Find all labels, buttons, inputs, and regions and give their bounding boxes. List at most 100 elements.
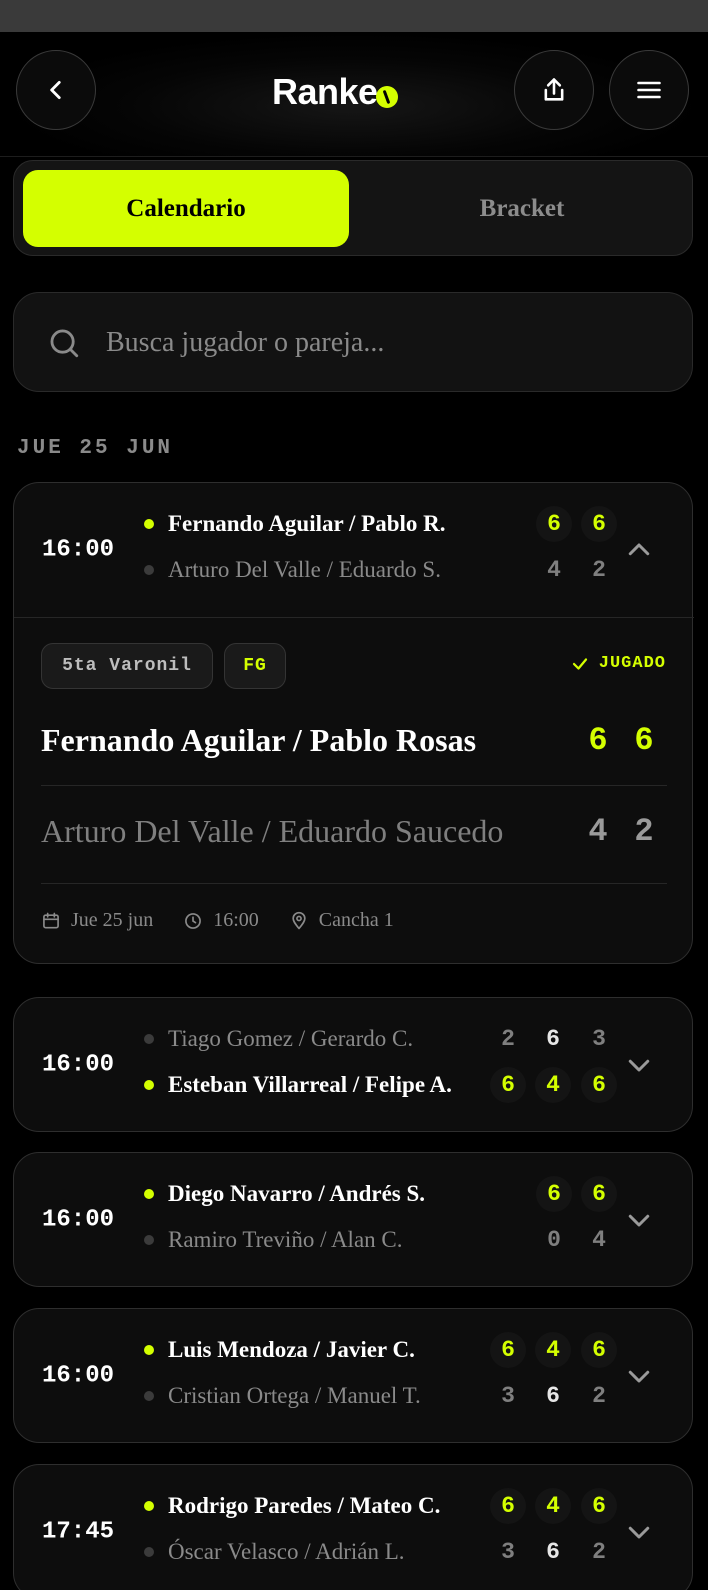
- app-header: Ranke: [0, 32, 708, 157]
- chevron-down-icon[interactable]: [624, 1361, 654, 1391]
- winner-dot: [144, 1345, 154, 1355]
- team-name: Ramiro Treviño / Alan C.: [168, 1227, 403, 1252]
- app-logo: Ranke: [272, 70, 398, 114]
- set-score: 6: [546, 1539, 560, 1565]
- team-row: Fernando Aguilar / Pablo R.: [144, 506, 446, 542]
- status-bar: [0, 0, 708, 32]
- team-name: Rodrigo Paredes / Mateo C.: [168, 1493, 441, 1518]
- chevron-down-icon[interactable]: [624, 1050, 654, 1080]
- team-name: Óscar Velasco / Adrián L.: [168, 1539, 405, 1564]
- location-pin-icon: [292, 911, 306, 929]
- set-score: 6: [490, 1067, 526, 1103]
- team-name: Cristian Ortega / Manuel T.: [168, 1383, 421, 1408]
- divider: [41, 883, 667, 884]
- set-score: 4: [547, 557, 561, 583]
- team-name: Luis Mendoza / Javier C.: [168, 1337, 415, 1362]
- set-score: 4: [592, 1227, 606, 1253]
- day-heading: JUE 25 JUN: [17, 437, 174, 460]
- team-row: Arturo Del Valle / Eduardo S.: [144, 552, 441, 588]
- phase-tag: FG: [224, 643, 286, 689]
- meta-court-text: Cancha 1: [318, 909, 394, 931]
- match-card[interactable]: 16:00 Luis Mendoza / Javier C. 6 4 6 Cri…: [13, 1308, 693, 1443]
- set-score: 6: [581, 506, 617, 542]
- match-summary[interactable]: 16:00 Fernando Aguilar / Pablo R. 6 6 Ar…: [14, 483, 694, 617]
- match-time: 16:00: [42, 1206, 115, 1234]
- team-full-name: Fernando Aguilar / Pablo Rosas: [41, 721, 477, 758]
- ball-icon: [375, 86, 398, 108]
- set-score: 4: [588, 812, 608, 850]
- chevron-up-icon[interactable]: [624, 535, 654, 565]
- back-button[interactable]: [16, 50, 96, 130]
- match-summary[interactable]: 16:00 Diego Navarro / Andrés S. 6 6 Rami…: [14, 1153, 694, 1287]
- chevron-left-icon: [50, 81, 61, 99]
- set-score: 6: [490, 1332, 526, 1368]
- chevron-down-icon[interactable]: [624, 1205, 654, 1235]
- match-card[interactable]: 16:00 Tiago Gomez / Gerardo C. 2 6 3 Est…: [13, 997, 693, 1132]
- set-score: 6: [536, 506, 572, 542]
- loser-dot: [144, 1034, 154, 1044]
- team-full-name: Arturo Del Valle / Eduardo Saucedo: [41, 812, 504, 849]
- match-summary[interactable]: 16:00 Luis Mendoza / Javier C. 6 4 6 Cri…: [14, 1309, 694, 1443]
- match-time: 16:00: [42, 536, 115, 564]
- match-time: 16:00: [42, 1362, 115, 1390]
- team-row: Ramiro Treviño / Alan C.: [144, 1222, 403, 1258]
- team-name: Fernando Aguilar / Pablo R.: [168, 511, 446, 536]
- set-score: 4: [535, 1488, 571, 1524]
- match-summary[interactable]: 16:00 Tiago Gomez / Gerardo C. 2 6 3 Est…: [14, 998, 694, 1132]
- tab-bracket[interactable]: Bracket: [359, 170, 685, 247]
- team-name: Esteban Villarreal / Felipe A.: [168, 1072, 452, 1097]
- team-row: Óscar Velasco / Adrián L.: [144, 1534, 405, 1570]
- meta-time: 16:00: [183, 909, 259, 932]
- hamburger-icon: [637, 81, 661, 99]
- team-row: Diego Navarro / Andrés S.: [144, 1176, 425, 1212]
- set-score: 2: [592, 1539, 606, 1565]
- match-time: 16:00: [42, 1051, 115, 1079]
- match-card: 16:00 Fernando Aguilar / Pablo R. 6 6 Ar…: [13, 482, 694, 964]
- set-score: 3: [592, 1026, 606, 1052]
- loser-dot: [144, 1235, 154, 1245]
- set-score: 2: [592, 557, 606, 583]
- divider: [41, 785, 667, 786]
- team-row: Esteban Villarreal / Felipe A.: [144, 1067, 452, 1103]
- set-score: 6: [581, 1332, 617, 1368]
- check-icon: [572, 657, 587, 670]
- set-score: 3: [501, 1383, 515, 1409]
- tab-calendario[interactable]: Calendario: [23, 170, 349, 247]
- match-card[interactable]: 16:00 Diego Navarro / Andrés S. 6 6 Rami…: [13, 1152, 693, 1287]
- set-score: 2: [634, 812, 654, 850]
- share-icon: [544, 78, 564, 101]
- menu-button[interactable]: [609, 50, 689, 130]
- set-score: 6: [536, 1176, 572, 1212]
- loser-dot: [144, 565, 154, 575]
- meta-court: Cancha 1: [289, 909, 394, 932]
- clock-icon: [185, 912, 202, 929]
- logo-text: Ranke: [272, 71, 378, 112]
- loser-dot: [144, 1547, 154, 1557]
- team-name: Diego Navarro / Andrés S.: [168, 1181, 426, 1206]
- winner-dot: [144, 1501, 154, 1511]
- match-meta: Jue 25 jun 16:00 Cancha 1: [41, 909, 424, 932]
- team-row: Tiago Gomez / Gerardo C.: [144, 1021, 413, 1057]
- set-score: 2: [592, 1383, 606, 1409]
- set-score: 6: [588, 721, 608, 759]
- match-summary[interactable]: 17:45 Rodrigo Paredes / Mateo C. 6 4 6 Ó…: [14, 1465, 694, 1590]
- set-score: 6: [490, 1488, 526, 1524]
- match-card[interactable]: 17:45 Rodrigo Paredes / Mateo C. 6 4 6 Ó…: [13, 1464, 693, 1590]
- meta-date-text: Jue 25 jun: [71, 909, 154, 931]
- set-score: 6: [634, 721, 654, 759]
- search-bar: [13, 292, 693, 392]
- set-score: 4: [535, 1067, 571, 1103]
- search-icon: [50, 329, 79, 358]
- set-score: 3: [501, 1539, 515, 1565]
- winner-dot: [144, 1189, 154, 1199]
- share-button[interactable]: [514, 50, 594, 130]
- search-input[interactable]: [106, 317, 666, 369]
- detail-team-row: Arturo Del Valle / Eduardo Saucedo 4 2: [41, 801, 667, 861]
- view-tabs: Calendario Bracket: [13, 160, 693, 256]
- set-score: 6: [546, 1026, 560, 1052]
- set-score: 6: [546, 1383, 560, 1409]
- team-row: Cristian Ortega / Manuel T.: [144, 1378, 421, 1414]
- chevron-down-icon[interactable]: [624, 1517, 654, 1547]
- winner-dot: [144, 1080, 154, 1090]
- set-score: 0: [547, 1227, 561, 1253]
